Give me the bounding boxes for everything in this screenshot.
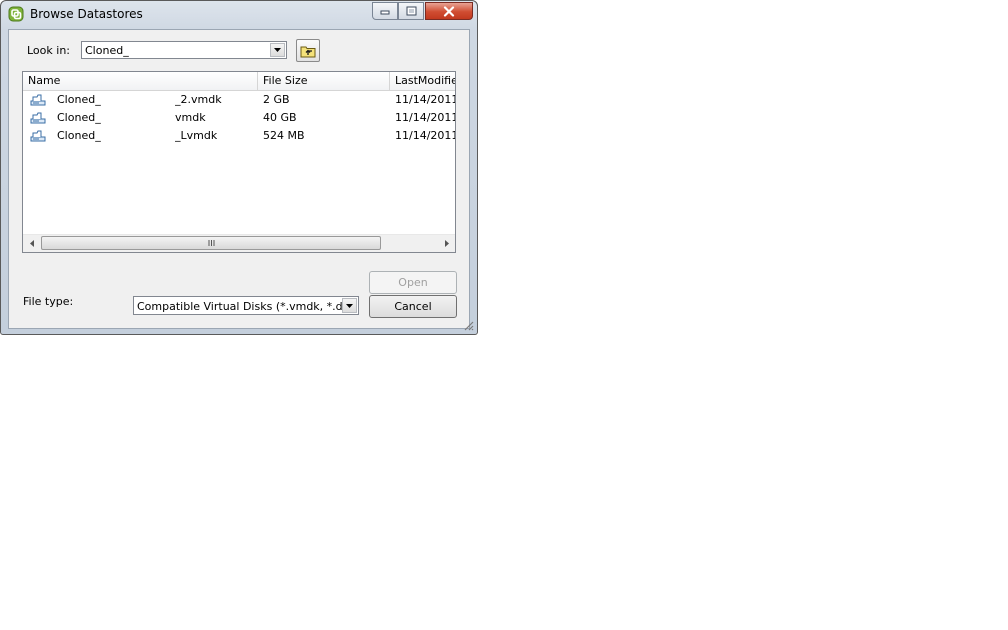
scroll-right-button[interactable] [438,235,455,252]
maximize-button[interactable] [398,2,424,20]
browse-datastores-dialog: Browse Datastores Look in: Cloned_ Name … [0,0,478,335]
look-in-arrow[interactable] [270,43,285,57]
chevron-down-icon [274,48,281,52]
up-folder-button[interactable] [296,39,320,62]
file-type-value: Compatible Virtual Disks (*.vmdk, *.dsk,… [137,300,342,313]
look-in-dropdown[interactable]: Cloned_ [81,41,287,59]
look-in-label: Look in: [27,44,70,57]
minimize-button[interactable] [372,2,398,20]
list-item[interactable]: Cloned_ _Lvmdk 524 MB 11/14/2011 [23,127,455,145]
resize-grip-icon[interactable] [462,319,474,331]
list-item[interactable]: Cloned_ vmdk 40 GB 11/14/2011 [23,109,455,127]
up-folder-icon [300,46,316,57]
file-modified: 11/14/2011 [395,111,456,124]
open-button[interactable]: Open [369,271,457,294]
file-type-dropdown[interactable]: Compatible Virtual Disks (*.vmdk, *.dsk,… [133,296,359,315]
file-name: Cloned_ [57,111,101,124]
file-name: Cloned_ [57,93,101,106]
file-type-label: File type: [23,295,74,308]
file-name-suffix: vmdk [175,111,206,124]
virtual-disk-icon [30,112,46,124]
maximize-icon [406,6,416,16]
minimize-icon [380,10,390,15]
cancel-button[interactable]: Cancel [369,295,457,318]
list-header: Name File Size LastModifie [23,72,455,91]
grip-lines-icon [208,240,214,246]
close-button[interactable] [425,2,473,20]
chevron-down-icon [346,303,353,308]
file-size: 524 MB [263,129,305,142]
file-size: 2 GB [263,93,290,106]
file-modified: 11/14/2011 [395,129,456,142]
file-name: Cloned_ [57,129,101,142]
file-type-arrow[interactable] [342,298,357,313]
column-header-modified[interactable]: LastModifie [390,72,455,90]
vsphere-icon [8,6,24,22]
file-name-suffix: _2.vmdk [175,93,222,106]
window-title: Browse Datastores [30,7,143,21]
list-item[interactable]: Cloned_ _2.vmdk 2 GB 11/14/2011 [23,91,455,109]
look-in-value: Cloned_ [85,44,129,57]
virtual-disk-icon [30,130,46,142]
file-size: 40 GB [263,111,297,124]
horizontal-scrollbar[interactable] [23,234,455,252]
close-icon [443,5,455,17]
scrollbar-thumb[interactable] [41,236,381,250]
file-name-suffix: _Lvmdk [175,129,218,142]
chevron-left-icon [29,240,34,247]
column-header-size[interactable]: File Size [258,72,390,90]
file-list[interactable]: Name File Size LastModifie Cloned_ _2.vm… [22,71,456,253]
title-bar[interactable]: Browse Datastores [1,1,477,29]
chevron-right-icon [444,240,449,247]
virtual-disk-icon [30,94,46,106]
file-modified: 11/14/2011 [395,93,456,106]
scroll-left-button[interactable] [23,235,40,252]
column-header-name[interactable]: Name [23,72,258,90]
